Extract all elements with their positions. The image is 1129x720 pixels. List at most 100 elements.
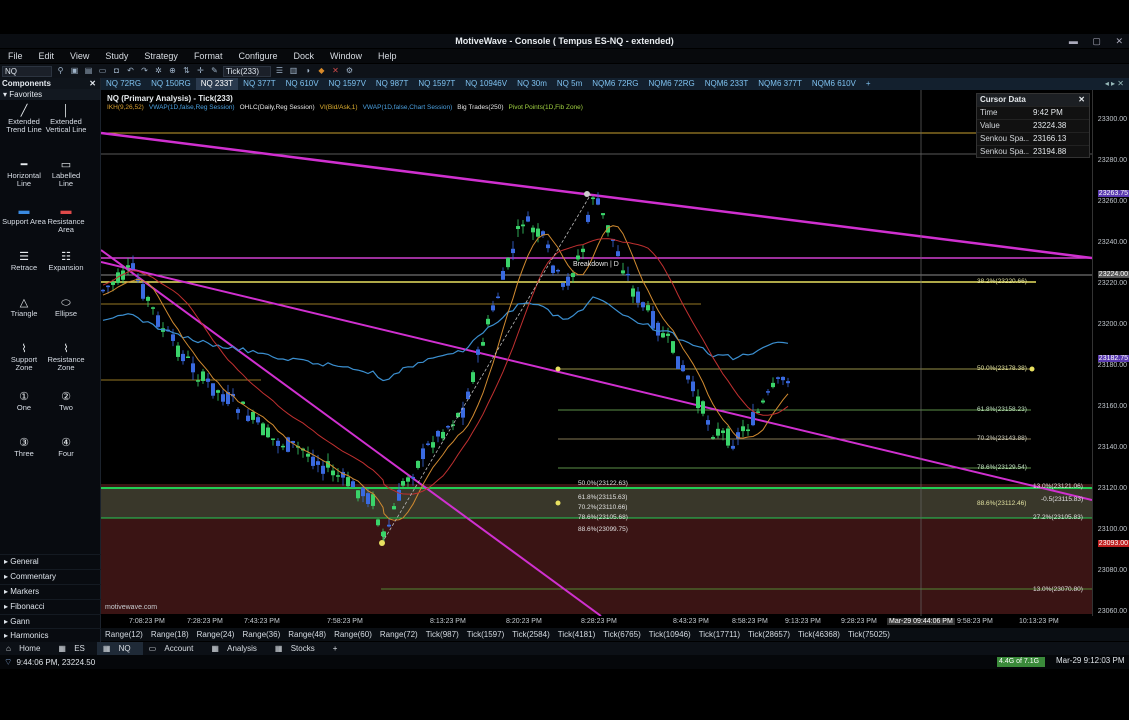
bar-size-option[interactable]: Tick(46368) <box>794 628 844 641</box>
tool-support-area[interactable]: ▬ Support Area <box>2 204 46 226</box>
tool-expansion[interactable]: ☷ Expansion <box>44 250 88 272</box>
tool-retrace[interactable]: ☰ Retrace <box>2 250 46 272</box>
price-axis[interactable]: 23300.00 23280.00 23260.00 23240.00 2322… <box>1092 90 1129 616</box>
add-tab-button[interactable]: + <box>327 642 344 655</box>
add-tab-icon[interactable]: + <box>861 78 876 90</box>
time-axis[interactable]: 7:08:23 PM 7:28:23 PM 7:43:23 PM 7:58:23… <box>101 616 1092 628</box>
bar-size-option[interactable]: Range(48) <box>284 628 330 641</box>
indicator-vwap-reg[interactable]: VWAP(1D,false,Reg Session) <box>149 104 235 111</box>
tab-nav-icon[interactable]: ◂ ▸ ✕ <box>1100 78 1129 90</box>
indicator-big-trades[interactable]: Big Trades(250) <box>457 104 503 111</box>
bar-chart-icon[interactable]: ▥ <box>288 66 299 76</box>
tab-home[interactable]: ⌂ Home <box>0 642 52 655</box>
bar-size-option[interactable]: Range(18) <box>147 628 193 641</box>
menu-study[interactable]: Study <box>97 49 136 63</box>
tool-four[interactable]: ④ Four <box>44 436 88 458</box>
tab-es[interactable]: ▦ ES <box>52 642 96 655</box>
maximize-icon[interactable]: ▢ <box>1092 36 1101 46</box>
chart-tab[interactable]: NQ 150RG <box>146 78 196 90</box>
pan-icon[interactable]: ⇅ <box>181 66 192 76</box>
chart-tab[interactable]: NQ 987T <box>371 78 413 90</box>
chart-tab[interactable]: NQM6 610V <box>807 78 861 90</box>
chart-tab[interactable]: NQM6 72RG <box>643 78 699 90</box>
bar-size-option[interactable]: Range(24) <box>193 628 239 641</box>
section-general[interactable]: ▸ General <box>0 554 101 568</box>
chart-tab[interactable]: NQ 30m <box>512 78 552 90</box>
gear-icon[interactable]: ⚙ <box>344 66 355 76</box>
tool-support-zone[interactable]: ⌇ Support Zone <box>2 342 46 372</box>
redo-icon[interactable]: ↷ <box>139 66 150 76</box>
menu-view[interactable]: View <box>62 49 97 63</box>
anchor-point[interactable] <box>584 191 590 197</box>
bar-size-option[interactable]: Tick(10946) <box>645 628 695 641</box>
indicator-vwap-chart[interactable]: VWAP(1D,false,Chart Session) <box>363 104 453 111</box>
indicator-ikh[interactable]: IKH(9,26,52) <box>107 104 144 111</box>
bar-size-option[interactable]: Tick(987) <box>422 628 463 641</box>
folder-icon[interactable]: ▭ <box>97 66 108 76</box>
camera-icon[interactable]: ◘ <box>111 66 122 76</box>
section-harmonics[interactable]: ▸ Harmonics <box>0 628 101 642</box>
chart-tab[interactable]: NQ 5m <box>552 78 587 90</box>
save-icon[interactable]: ▣ <box>69 66 80 76</box>
fib-handle-mid[interactable] <box>555 500 561 506</box>
tool-horizontal-line[interactable]: ━ Horizontal Line <box>2 158 46 188</box>
menu-window[interactable]: Window <box>322 49 370 63</box>
tool-two[interactable]: ② Two <box>44 390 88 412</box>
close-icon[interactable]: ✕ <box>89 78 96 89</box>
price-chart[interactable]: Breakdown | D NQ (Primary Analysis) - Ti… <box>100 90 1093 617</box>
fib-handle-right[interactable] <box>1029 366 1035 372</box>
chart-tab[interactable]: NQM6 72RG <box>587 78 643 90</box>
palette-icon[interactable]: ◑ <box>302 66 313 76</box>
menu-format[interactable]: Format <box>186 49 231 63</box>
chart-tab-active[interactable]: NQ 233T <box>195 78 239 90</box>
menu-edit[interactable]: Edit <box>31 49 63 63</box>
search-icon[interactable]: ⚲ <box>55 66 66 76</box>
bar-size-select[interactable]: Tick(233) <box>223 65 271 77</box>
tool-triangle[interactable]: △ Triangle <box>2 296 46 318</box>
tab-account[interactable]: ▭ Account <box>143 642 206 655</box>
chart-tab[interactable]: NQ 1597T <box>413 78 460 90</box>
menu-configure[interactable]: Configure <box>230 49 285 63</box>
favorites-header[interactable]: ▾ Favorites <box>0 89 100 100</box>
print-icon[interactable]: ▤ <box>83 66 94 76</box>
tool-one[interactable]: ① One <box>2 390 46 412</box>
bar-size-option[interactable]: Tick(4181) <box>554 628 600 641</box>
bar-size-option[interactable]: Tick(1597) <box>463 628 509 641</box>
settings-icon[interactable]: ✲ <box>153 66 164 76</box>
zoom-icon[interactable]: ⊕ <box>167 66 178 76</box>
bar-size-option[interactable]: Range(36) <box>238 628 284 641</box>
bar-size-option[interactable]: Tick(2584) <box>508 628 554 641</box>
section-markers[interactable]: ▸ Markers <box>0 584 101 598</box>
trade-icon[interactable]: ◆ <box>316 66 327 76</box>
chart-tab[interactable]: NQM6 377T <box>753 78 807 90</box>
chart-tab[interactable]: NQM6 233T <box>700 78 754 90</box>
close-icon[interactable]: ✕ <box>1115 36 1123 46</box>
tab-nq[interactable]: ▦ NQ <box>96 642 143 655</box>
alert-icon[interactable]: ✕ <box>330 66 341 76</box>
fib-handle[interactable] <box>555 366 561 372</box>
chart-tab[interactable]: NQ 1597V <box>324 78 371 90</box>
undo-icon[interactable]: ↶ <box>125 66 136 76</box>
indicator-pivot-points[interactable]: Pivot Points(1D,Fib Zone) <box>509 104 583 111</box>
tool-three[interactable]: ③ Three <box>2 436 46 458</box>
draw-icon[interactable]: ✎ <box>209 66 220 76</box>
chart-tab[interactable]: NQ 10946V <box>460 78 512 90</box>
menu-strategy[interactable]: Strategy <box>136 49 186 63</box>
chart-tab[interactable]: NQ 72RG <box>101 78 146 90</box>
menu-help[interactable]: Help <box>370 49 405 63</box>
chart-tab[interactable]: NQ 610V <box>281 78 324 90</box>
bar-size-option[interactable]: Range(72) <box>376 628 422 641</box>
section-commentary[interactable]: ▸ Commentary <box>0 569 101 583</box>
tab-analysis[interactable]: ▦ Analysis <box>205 642 269 655</box>
tool-extended-vertical-line[interactable]: │ Extended Vertical Line <box>44 104 88 134</box>
minimize-icon[interactable]: ▬ <box>1069 36 1078 46</box>
tool-labelled-line[interactable]: ▭ Labelled Line <box>44 158 88 188</box>
tool-resistance-area[interactable]: ▬ Resistance Area <box>44 204 88 234</box>
bar-size-option[interactable]: Tick(6765) <box>599 628 645 641</box>
tool-extended-trend-line[interactable]: ╱ Extended Trend Line <box>2 104 46 134</box>
symbol-select[interactable]: NQ <box>2 65 52 77</box>
chart-canvas[interactable]: Breakdown | D <box>100 90 1093 617</box>
bar-size-option[interactable]: Tick(75025) <box>844 628 894 641</box>
indicator-vi[interactable]: VI(Bid/Ask,1) <box>320 104 358 111</box>
bar-size-option[interactable]: Tick(17711) <box>695 628 744 641</box>
